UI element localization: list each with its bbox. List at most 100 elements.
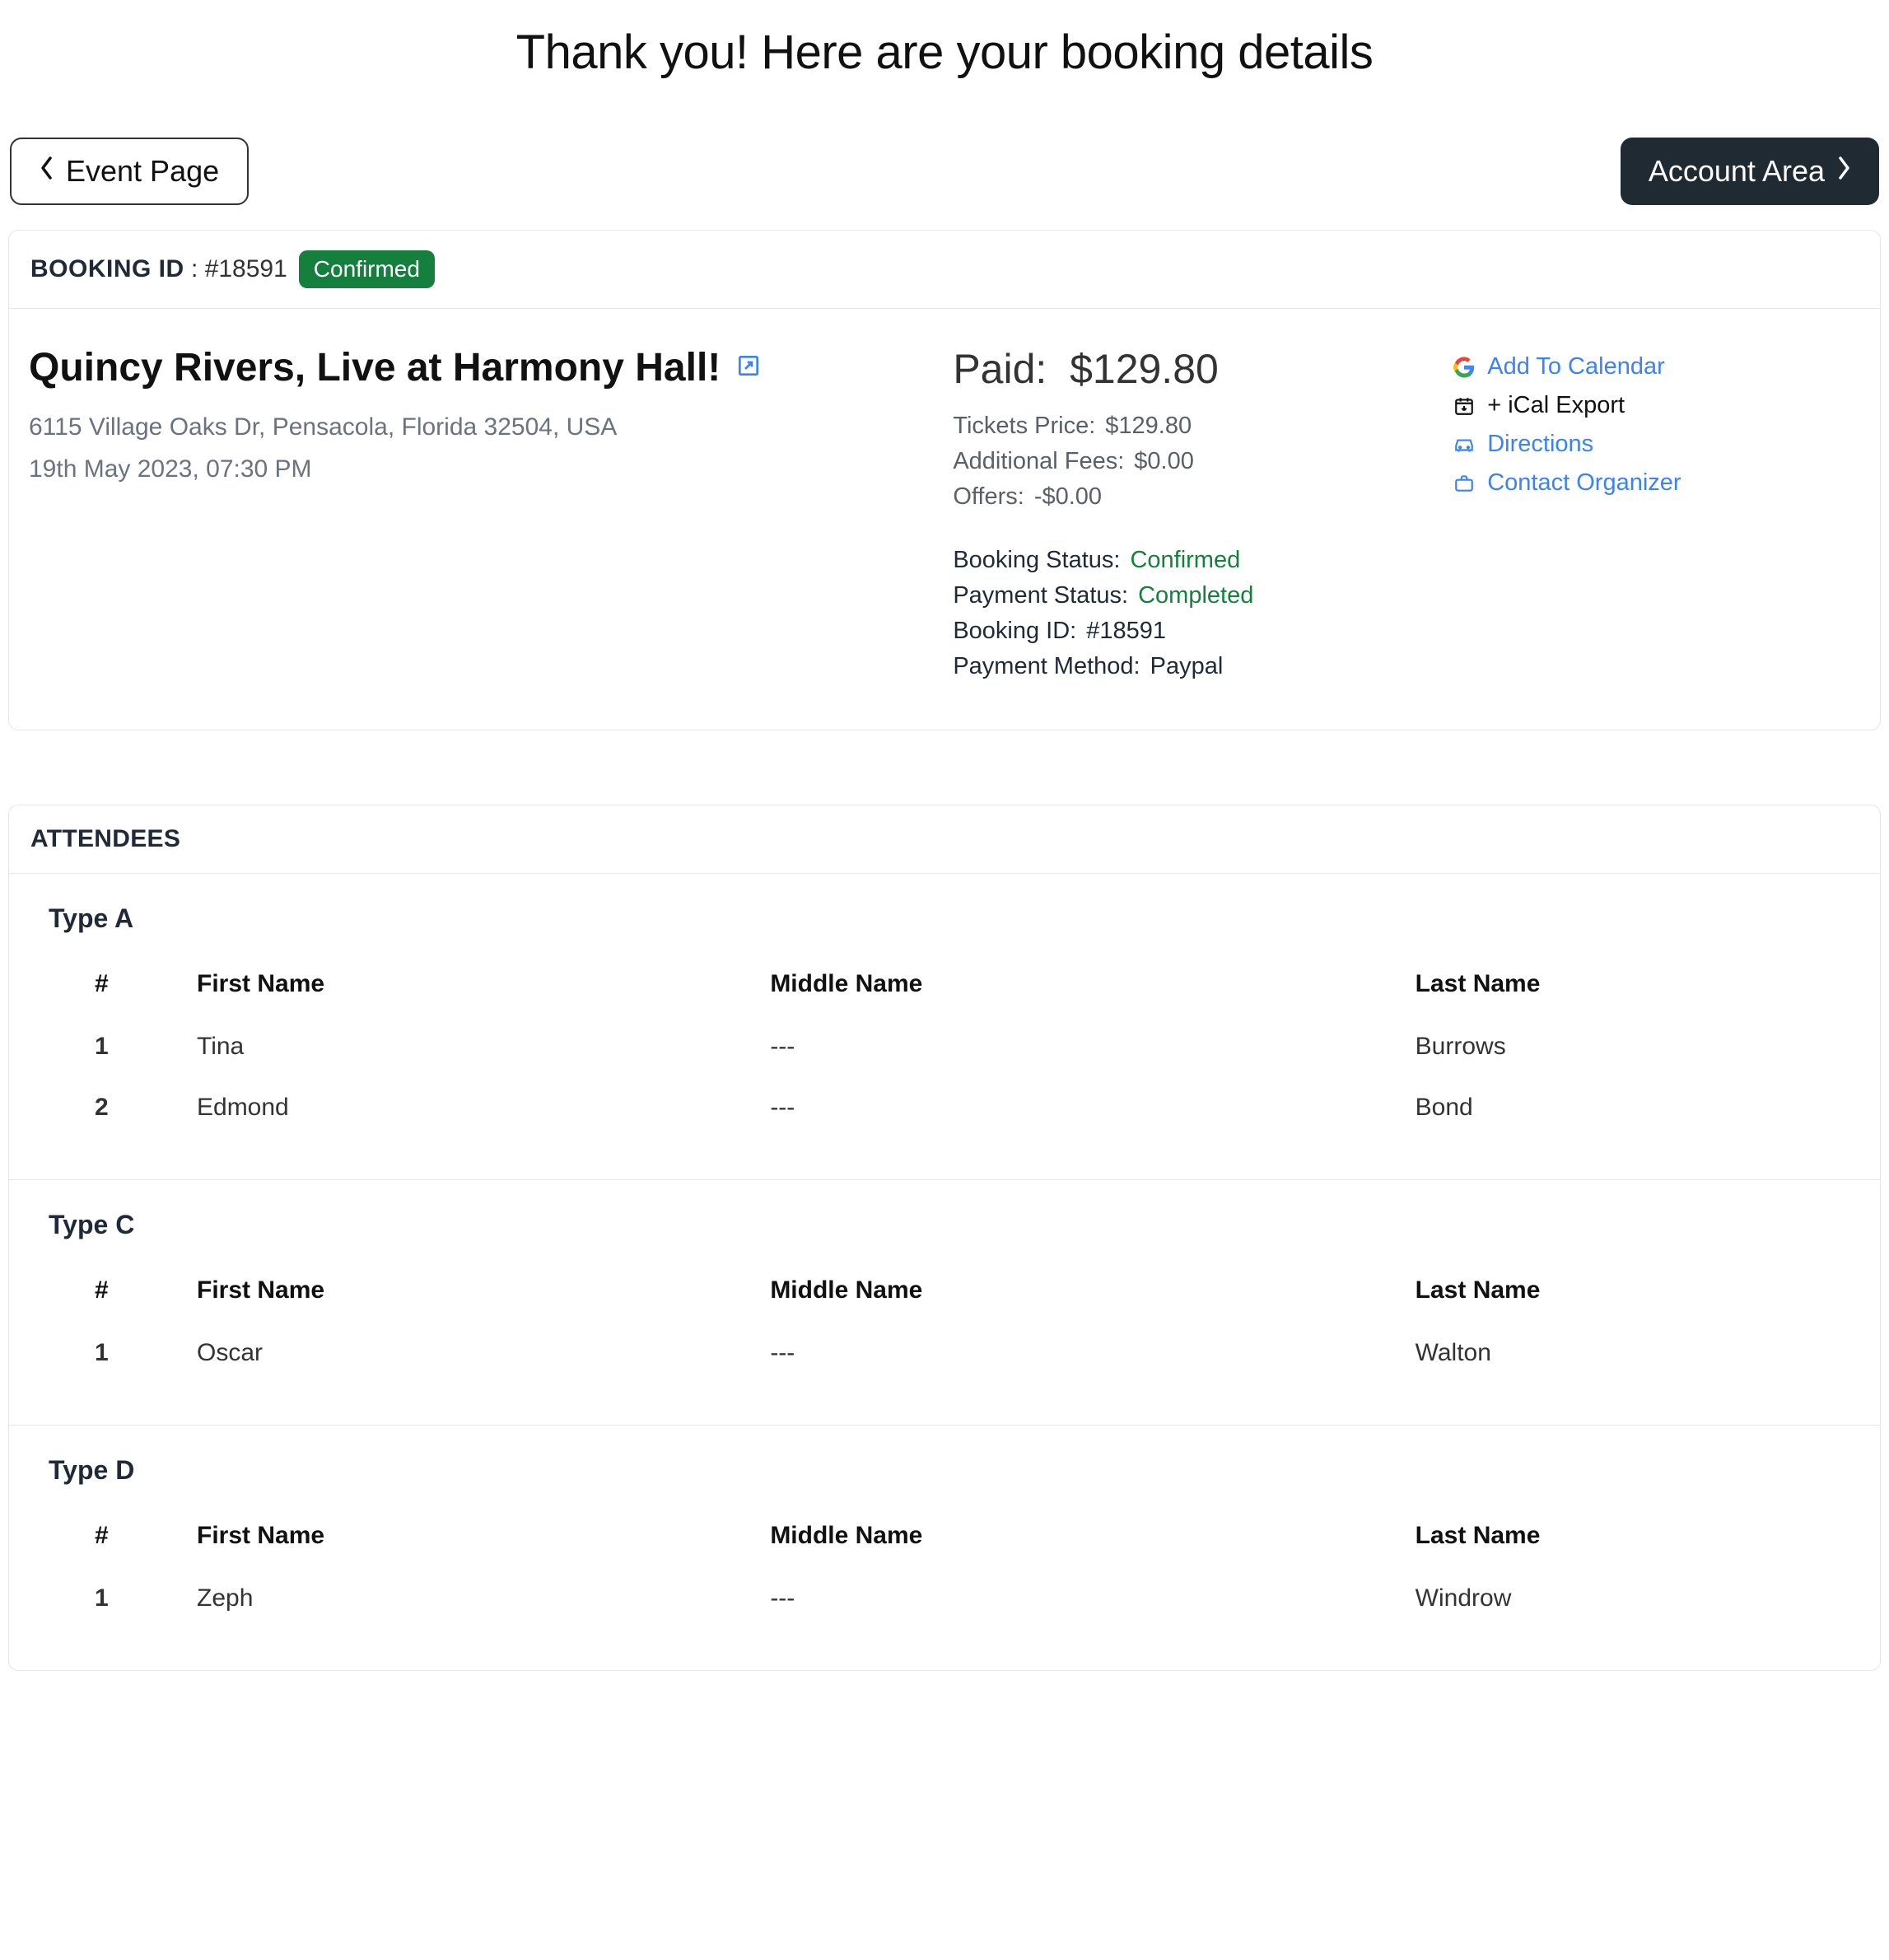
attendee-group: Type C#First NameMiddle NameLast Name1Os… [9, 1180, 1880, 1426]
page-title: Thank you! Here are your booking details [8, 25, 1881, 80]
status-value: Confirmed [1130, 547, 1240, 574]
attendees-title: ATTENDEES [9, 805, 1880, 874]
attendees-card: ATTENDEES Type A#First NameMiddle NameLa… [8, 805, 1881, 1671]
price-key: Tickets Price: [953, 413, 1095, 439]
price-breakdown: Tickets Price: $129.80 Additional Fees: $0.… [953, 413, 1420, 511]
status-row: Payment Method: Paypal [953, 653, 1420, 680]
col-middle: Middle Name [762, 959, 1406, 1016]
ical-export-label: + iCal Export [1487, 392, 1625, 419]
cell-first: Zeph [189, 1568, 762, 1629]
booking-id-row: BOOKING ID : #18591 [30, 255, 287, 283]
booking-id-label: BOOKING ID [30, 255, 184, 282]
cell-middle: --- [762, 1568, 1406, 1629]
add-to-calendar-label: Add To Calendar [1487, 353, 1665, 380]
paid-label: Paid: [953, 346, 1047, 392]
event-datetime: 19th May 2023, 07:30 PM [29, 450, 920, 488]
directions-label: Directions [1487, 431, 1593, 458]
attendee-table: #First NameMiddle NameLast Name1Oscar---… [49, 1265, 1840, 1384]
col-num: # [49, 1265, 189, 1323]
event-address: 6115 Village Oaks Dr, Pensacola, Florida… [29, 408, 920, 446]
attendee-group: Type A #First NameMiddle NameLast Name1Ti… [9, 874, 1880, 1180]
actions-column: Add To Calendar + iCal Export [1453, 345, 1860, 688]
status-row: Payment Status: Completed [953, 582, 1420, 609]
col-num: # [49, 959, 189, 1016]
chevron-right-icon [1836, 156, 1851, 187]
price-row: Offers: -$0.00 [953, 483, 1420, 511]
ical-export-link[interactable]: + iCal Export [1453, 392, 1860, 419]
car-icon [1453, 433, 1476, 456]
status-key: Payment Status: [953, 582, 1128, 609]
col-first: First Name [189, 959, 762, 1016]
col-num: # [49, 1510, 189, 1568]
account-area-button[interactable]: Account Area [1621, 138, 1879, 205]
add-to-calendar-link[interactable]: Add To Calendar [1453, 353, 1860, 380]
paid-amount: $129.80 [1070, 346, 1219, 392]
status-value: #18591 [1086, 618, 1166, 645]
group-title: Type D [49, 1455, 1840, 1486]
payment-column: Paid: $129.80 Tickets Price: $129.80 Addit… [953, 345, 1420, 688]
col-middle: Middle Name [762, 1265, 1406, 1323]
table-header-row: #First NameMiddle NameLast Name [49, 1510, 1840, 1568]
status-key: Booking ID: [953, 618, 1076, 644]
cell-num: 1 [49, 1323, 189, 1384]
booking-card: BOOKING ID : #18591 Confirmed Quincy Riv… [8, 230, 1881, 730]
col-last: Last Name [1407, 1510, 1840, 1568]
price-key: Offers: [953, 483, 1024, 510]
col-last: Last Name [1407, 1265, 1840, 1323]
cell-last: Burrows [1407, 1016, 1840, 1077]
price-row: Tickets Price: $129.80 [953, 413, 1420, 440]
table-row: 2Edmond---Bond [49, 1077, 1840, 1138]
table-row: 1Tina---Burrows [49, 1016, 1840, 1077]
cell-last: Bond [1407, 1077, 1840, 1138]
event-info-column: Quincy Rivers, Live at Harmony Hall! 611… [29, 345, 920, 688]
attendee-groups: Type A#First NameMiddle NameLast Name1Ti… [9, 874, 1880, 1670]
booking-id-value: #18591 [205, 255, 287, 282]
event-page-label: Event Page [66, 154, 219, 189]
cell-first: Edmond [189, 1077, 762, 1138]
status-key: Booking Status: [953, 547, 1120, 573]
cell-num: 2 [49, 1077, 189, 1138]
external-link-icon[interactable] [735, 352, 762, 379]
price-key: Additional Fees: [953, 448, 1124, 474]
briefcase-icon [1453, 472, 1476, 495]
table-header-row: #First NameMiddle NameLast Name [49, 1265, 1840, 1323]
event-page-button[interactable]: Event Page [10, 138, 249, 205]
status-value: Completed [1138, 582, 1253, 609]
chevron-left-icon [40, 156, 54, 187]
attendee-table: #First NameMiddle NameLast Name1Zeph---W… [49, 1510, 1840, 1629]
status-badge: Confirmed [299, 250, 435, 288]
booking-card-header: BOOKING ID : #18591 Confirmed [9, 231, 1880, 309]
cell-first: Oscar [189, 1323, 762, 1384]
nav-row: Event Page Account Area [8, 138, 1881, 205]
directions-link[interactable]: Directions [1453, 431, 1860, 458]
price-row: Additional Fees: $0.00 [953, 448, 1420, 475]
status-key: Payment Method: [953, 653, 1140, 679]
status-row: Booking Status: Confirmed [953, 547, 1420, 574]
col-first: First Name [189, 1265, 762, 1323]
price-value: $129.80 [1105, 413, 1192, 440]
col-last: Last Name [1407, 959, 1840, 1016]
attendee-group: Type D #First NameMiddle NameLast Name1Ze… [9, 1426, 1880, 1670]
status-breakdown: Booking Status: ConfirmedPayment Status: C… [953, 547, 1420, 680]
status-value: Paypal [1150, 653, 1224, 680]
google-icon [1453, 356, 1476, 379]
calendar-icon [1453, 394, 1476, 418]
group-title: Type A [49, 903, 1840, 934]
table-row: 1Zeph---Windrow [49, 1568, 1840, 1629]
event-title: Quincy Rivers, Live at Harmony Hall! [29, 346, 721, 390]
cell-middle: --- [762, 1077, 1406, 1138]
booking-details-body: Quincy Rivers, Live at Harmony Hall! 611… [9, 309, 1880, 730]
cell-last: Walton [1407, 1323, 1840, 1384]
price-value: -$0.00 [1034, 483, 1102, 511]
price-value: $0.00 [1134, 448, 1194, 475]
account-area-label: Account Area [1649, 154, 1825, 189]
paid-line: Paid: $129.80 [953, 345, 1420, 393]
cell-last: Windrow [1407, 1568, 1840, 1629]
group-title: Type C [49, 1210, 1840, 1240]
table-header-row: #First NameMiddle NameLast Name [49, 959, 1840, 1016]
cell-middle: --- [762, 1323, 1406, 1384]
cell-num: 1 [49, 1016, 189, 1077]
attendee-table: #First NameMiddle NameLast Name1Tina---B… [49, 959, 1840, 1138]
contact-organizer-link[interactable]: Contact Organizer [1453, 469, 1860, 497]
table-row: 1Oscar---Walton [49, 1323, 1840, 1384]
